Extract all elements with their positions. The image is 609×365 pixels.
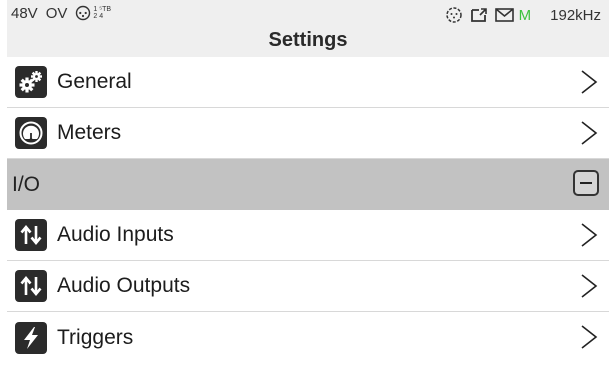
minus-icon bbox=[580, 182, 592, 184]
section-io[interactable]: I/O bbox=[7, 159, 609, 210]
chevron-right-icon bbox=[581, 274, 598, 298]
section-label: I/O bbox=[12, 172, 41, 196]
connector-icon bbox=[76, 5, 91, 21]
sample-rate: 192kHz bbox=[550, 6, 601, 24]
menu-item-general[interactable]: General bbox=[7, 57, 609, 108]
chevron-right-icon bbox=[581, 121, 598, 145]
menu-item-audio-outputs[interactable]: Audio Outputs bbox=[7, 261, 609, 312]
chevron-right-icon bbox=[581, 223, 598, 247]
timecode-icon bbox=[445, 7, 462, 23]
mail-icon bbox=[494, 8, 514, 22]
chevron-right-icon bbox=[581, 70, 598, 94]
lightning-bolt-icon bbox=[15, 321, 47, 354]
status-left: 48V OV 1 ⁵TB 2 4 bbox=[11, 5, 111, 22]
chevron-right-icon bbox=[581, 325, 598, 349]
media-card-icon bbox=[470, 8, 487, 22]
io-map: 1 ⁵TB 2 4 bbox=[93, 6, 111, 20]
menu-item-label: Meters bbox=[57, 121, 122, 144]
up-down-arrows-icon bbox=[15, 270, 47, 302]
input-routing-indicator: 1 ⁵TB 2 4 bbox=[75, 5, 111, 21]
page-title: Settings bbox=[268, 29, 348, 51]
menu-item-label: Audio Outputs bbox=[57, 274, 191, 297]
status-bar: 48V OV 1 ⁵TB 2 4 Settings M 192kHz bbox=[7, 0, 609, 57]
menu-item-triggers[interactable]: Triggers bbox=[7, 312, 609, 363]
io-map-bottom: 2 4 bbox=[93, 13, 104, 20]
overload-indicator: OV bbox=[45, 5, 68, 22]
menu-item-label: General bbox=[57, 70, 132, 93]
status-right: M 192kHz bbox=[445, 6, 601, 24]
menu-item-label: Audio Inputs bbox=[57, 223, 174, 246]
menu-item-label: Triggers bbox=[57, 325, 134, 349]
gears-icon bbox=[15, 66, 47, 98]
phantom-power-indicator: 48V bbox=[11, 5, 38, 22]
up-down-arrows-icon bbox=[15, 219, 47, 251]
menu-item-audio-inputs[interactable]: Audio Inputs bbox=[7, 210, 609, 261]
collapse-button[interactable] bbox=[573, 170, 599, 196]
monitor-indicator: M bbox=[518, 6, 532, 24]
gauge-icon bbox=[15, 117, 47, 149]
io-map-top: 1 ⁵TB bbox=[93, 6, 112, 13]
menu-item-meters[interactable]: Meters bbox=[7, 108, 609, 159]
